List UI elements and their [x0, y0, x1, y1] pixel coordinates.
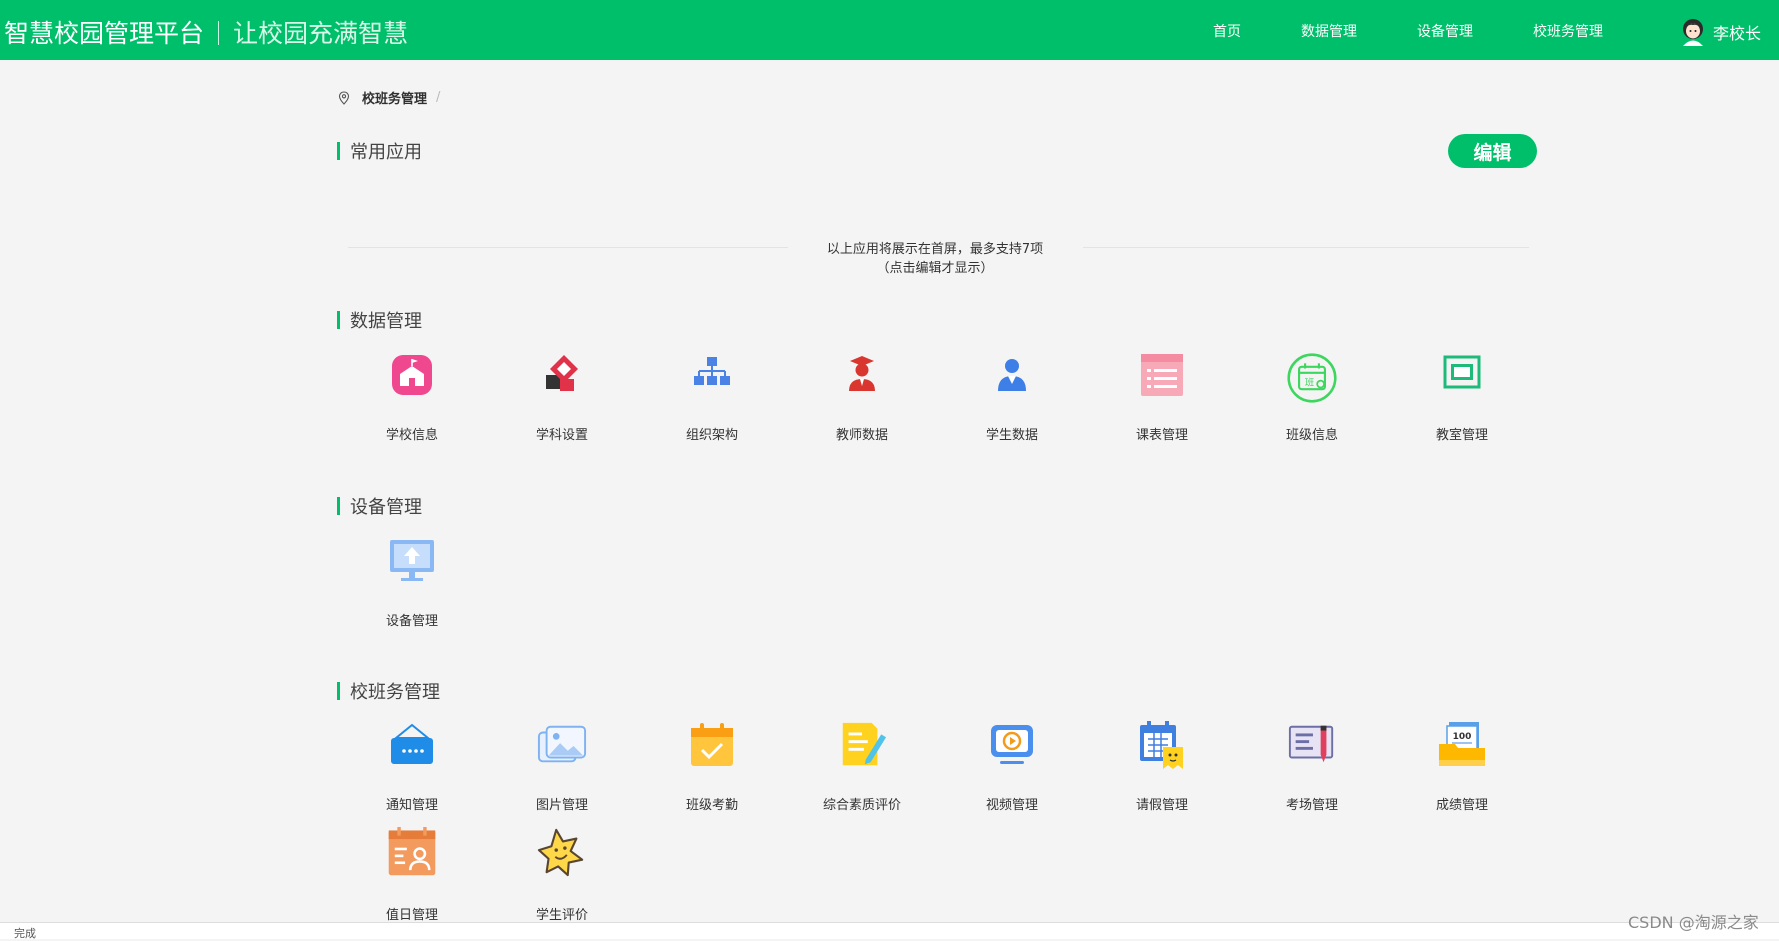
- brand-title: 智慧校园管理平台: [4, 19, 205, 48]
- top-navbar: 智慧校园管理平台 让校园充满智慧 首页 数据管理 设备管理 校班务管理 李校长: [0, 0, 1779, 60]
- app-label: 学科设置: [535, 428, 588, 443]
- app-school-info[interactable]: 学校信息: [347, 350, 477, 450]
- nav-home[interactable]: 首页: [1213, 21, 1241, 41]
- app-label: 设备管理: [385, 614, 438, 629]
- app-student-data[interactable]: 学生数据: [947, 350, 1077, 450]
- grades-icon: 100: [1437, 720, 1487, 770]
- exam-room-icon: [1287, 720, 1337, 770]
- hint-line-1: 以上应用将展示在首屏，最多支持7项: [826, 242, 1044, 257]
- heading-accent-bar: [337, 682, 340, 700]
- app-device-management[interactable]: 设备管理: [347, 536, 477, 636]
- nav-data-management[interactable]: 数据管理: [1301, 21, 1357, 41]
- brand-slogan: 让校园充满智慧: [233, 19, 409, 48]
- student-eval-icon: [537, 827, 587, 877]
- app-teacher-data[interactable]: 教师数据: [797, 350, 927, 450]
- org-structure-icon: [687, 350, 737, 400]
- app-label: 通知管理: [385, 798, 438, 813]
- app-label: 综合素质评价: [822, 798, 901, 813]
- app-label: 班级信息: [1285, 428, 1338, 443]
- app-quality-eval[interactable]: 综合素质评价: [797, 720, 927, 820]
- classroom-icon: [1437, 350, 1487, 400]
- app-duty[interactable]: 值日管理: [347, 827, 477, 930]
- school-affairs-title: 校班务管理: [350, 682, 440, 703]
- app-class-info[interactable]: 班 班级信息: [1247, 350, 1377, 450]
- app-label: 班级考勤: [685, 798, 738, 813]
- app-notice[interactable]: 通知管理: [347, 720, 477, 820]
- app-student-eval[interactable]: 学生评价: [497, 827, 627, 930]
- app-timetable[interactable]: 课表管理: [1097, 350, 1227, 450]
- device-management-title: 设备管理: [350, 497, 422, 518]
- picture-icon: [537, 720, 587, 770]
- common-apps-hint: 以上应用将展示在首屏，最多支持7项 （点击编辑才显示）: [790, 240, 1080, 278]
- brand: 智慧校园管理平台 让校园充满智慧: [4, 14, 408, 50]
- breadcrumb-separator: /: [436, 90, 441, 105]
- breadcrumb: 校班务管理 /: [338, 88, 440, 107]
- user-name: 李校长: [1713, 24, 1762, 43]
- common-apps-title: 常用应用: [350, 142, 422, 163]
- student-data-icon: [987, 350, 1037, 400]
- nav-device-management[interactable]: 设备管理: [1417, 21, 1473, 41]
- heading-accent-bar: [337, 497, 340, 515]
- divider-right: [1083, 247, 1529, 248]
- app-label: 课表管理: [1135, 428, 1188, 443]
- app-label: 请假管理: [1135, 798, 1188, 813]
- duty-icon: [387, 827, 437, 877]
- status-text: 完成: [14, 927, 36, 940]
- app-label: 考场管理: [1285, 798, 1338, 813]
- breadcrumb-current[interactable]: 校班务管理: [362, 88, 427, 107]
- app-org-structure[interactable]: 组织架构: [647, 350, 777, 450]
- app-grades[interactable]: 100 成绩管理: [1397, 720, 1527, 820]
- heading-accent-bar: [337, 142, 340, 160]
- app-label: 学生评价: [535, 908, 588, 923]
- quality-eval-icon: [837, 720, 887, 770]
- subject-settings-icon: [537, 350, 587, 400]
- app-picture[interactable]: 图片管理: [497, 720, 627, 820]
- browser-status-bar: 完成: [0, 922, 1779, 940]
- app-label: 成绩管理: [1435, 798, 1488, 813]
- divider-left: [348, 247, 788, 248]
- grades-icon-score: 100: [1453, 732, 1472, 742]
- device-management-heading: 设备管理: [337, 496, 422, 518]
- app-label: 值日管理: [385, 908, 438, 923]
- class-icon-glyph: 班: [1305, 377, 1315, 389]
- leave-icon: [1137, 720, 1187, 770]
- app-attendance[interactable]: 班级考勤: [647, 720, 777, 820]
- user-menu[interactable]: 李校长: [1680, 17, 1761, 47]
- avatar: [1683, 19, 1703, 46]
- school-info-icon: [387, 350, 437, 400]
- hint-line-2: （点击编辑才显示）: [876, 261, 994, 276]
- attendance-icon: [687, 720, 737, 770]
- brand-divider: [218, 21, 220, 45]
- notice-icon: [387, 720, 437, 770]
- app-label: 教师数据: [835, 428, 888, 443]
- data-management-title: 数据管理: [350, 311, 422, 332]
- class-info-icon: 班: [1287, 353, 1337, 403]
- nav-school-affairs[interactable]: 校班务管理: [1533, 21, 1603, 41]
- timetable-icon: [1137, 350, 1187, 400]
- app-video[interactable]: 视频管理: [947, 720, 1077, 820]
- teacher-data-icon: [837, 350, 887, 400]
- common-apps-heading: 常用应用: [337, 141, 422, 163]
- edit-button[interactable]: 编辑: [1448, 134, 1537, 168]
- device-monitor-icon: [387, 536, 437, 586]
- heading-accent-bar: [337, 311, 340, 329]
- app-label: 学校信息: [385, 428, 438, 443]
- app-leave[interactable]: 请假管理: [1097, 720, 1227, 820]
- watermark: CSDN @淘源之家: [1628, 913, 1759, 932]
- app-classroom[interactable]: 教室管理: [1397, 350, 1527, 450]
- app-label: 图片管理: [535, 798, 588, 813]
- app-label: 教室管理: [1435, 428, 1488, 443]
- app-subject-settings[interactable]: 学科设置: [497, 350, 627, 450]
- video-icon: [987, 720, 1037, 770]
- app-label: 视频管理: [985, 798, 1038, 813]
- app-label: 组织架构: [685, 428, 738, 443]
- app-label: 学生数据: [985, 428, 1038, 443]
- school-affairs-heading: 校班务管理: [337, 681, 440, 703]
- location-pin-icon: [338, 90, 350, 105]
- data-management-heading: 数据管理: [337, 310, 422, 332]
- app-exam-room[interactable]: 考场管理: [1247, 720, 1377, 820]
